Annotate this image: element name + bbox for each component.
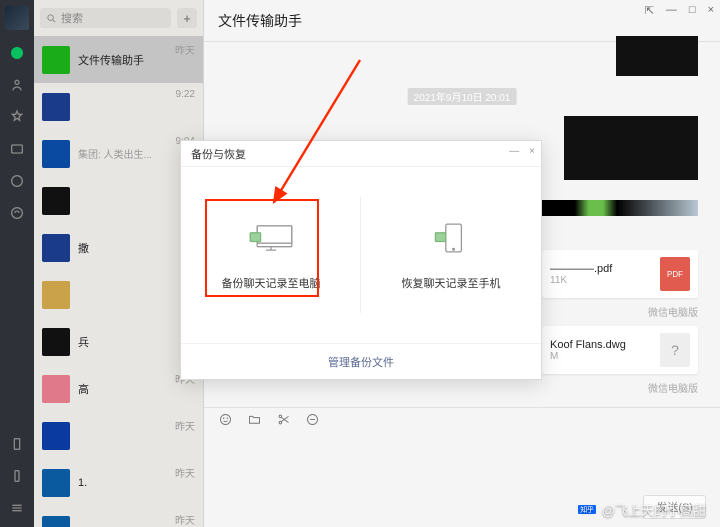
mobile-icon[interactable] — [8, 467, 26, 485]
chat-avatar — [42, 469, 70, 497]
backup-to-pc-option[interactable]: 备份聊天记录至电脑 — [181, 167, 361, 343]
chat-avatar — [42, 187, 70, 215]
file-message-card[interactable]: Koof Flans.dwgM? — [542, 326, 698, 374]
timestamp-pill: 2021年9月10日 20:01 — [408, 88, 517, 105]
chat-avatar — [42, 93, 70, 121]
folder-icon[interactable] — [247, 412, 262, 432]
emoji-icon[interactable] — [218, 412, 233, 432]
dialog-title: 备份与恢复 — [191, 146, 246, 162]
search-placeholder: 搜索 — [61, 10, 83, 26]
file-size: 11K — [550, 275, 652, 286]
chat-timestamp: 昨天 — [175, 42, 195, 57]
maximize-icon[interactable]: □ — [689, 4, 696, 17]
chat-list-item[interactable]: 集团: 人类出生... 9:04 — [34, 130, 203, 177]
chat-timestamp: 昨天 — [175, 512, 195, 527]
minimize-icon[interactable]: — — [666, 4, 677, 17]
pdf-icon: PDF — [660, 257, 690, 291]
chat-list-item[interactable] — [34, 271, 203, 318]
chat-avatar — [42, 375, 70, 403]
restore-to-phone-label: 恢复聊天记录至手机 — [402, 275, 501, 291]
dialog-footer: 管理备份文件 — [181, 343, 541, 379]
file-status-text: 微信电脑版 — [648, 304, 698, 319]
file-size: M — [550, 351, 652, 362]
history-icon[interactable] — [305, 412, 320, 432]
input-toolbar — [204, 408, 720, 436]
chat-avatar — [42, 281, 70, 309]
dialog-close-icon[interactable]: × — [529, 146, 535, 157]
chat-icon[interactable] — [8, 44, 26, 62]
chat-list-item[interactable] — [34, 177, 203, 224]
backup-restore-dialog: 备份与恢复 — × 备份聊天记录至电脑 — [180, 140, 542, 380]
chat-timestamp: 昨天 — [175, 465, 195, 480]
chat-avatar — [42, 328, 70, 356]
window-controls: ⇱ — □ × — [645, 4, 714, 17]
chat-avatar — [42, 140, 70, 168]
zhihu-watermark: 知乎 @飞上天的小高甜 — [578, 500, 706, 519]
chat-list-item[interactable]: 昨天 — [34, 506, 203, 527]
chat-list-item[interactable]: 1. 昨天 — [34, 459, 203, 506]
file-name: Koof Flans.dwg — [550, 339, 652, 351]
phone-restore-icon — [425, 220, 477, 261]
files-icon[interactable] — [8, 140, 26, 158]
image-bubble — [564, 116, 698, 180]
file-message-card[interactable]: ————.pdf11K PDF — [542, 250, 698, 298]
search-icon — [46, 13, 57, 24]
chat-avatar — [42, 234, 70, 262]
pin-icon[interactable]: ⇱ — [645, 4, 654, 17]
dialog-minimize-icon[interactable]: — — [509, 146, 519, 157]
user-avatar[interactable] — [5, 6, 29, 30]
phone-icon[interactable] — [8, 435, 26, 453]
highlight-box — [205, 199, 319, 297]
chat-preview: 集团: 人类出生... — [78, 146, 195, 161]
chat-list-panel: 搜索 + 文件传输助手 昨天 9:22 集团: 人类出生... 9:04 撒 兵… — [34, 0, 204, 527]
chat-name: 撒 — [78, 240, 195, 256]
chat-list-item[interactable]: 高 昨天 — [34, 365, 203, 412]
unknown-file-icon: ? — [660, 333, 690, 367]
collect-icon[interactable] — [8, 108, 26, 126]
chat-timestamp: 昨天 — [175, 418, 195, 433]
scissors-icon[interactable] — [276, 412, 291, 432]
miniprogram-icon[interactable] — [8, 204, 26, 222]
dialog-title-bar: 备份与恢复 — [181, 141, 541, 167]
search-input[interactable]: 搜索 — [40, 8, 171, 28]
left-nav-bar — [0, 0, 34, 527]
zhihu-logo-icon: 知乎 — [578, 505, 596, 514]
watermark-text: @飞上天的小高甜 — [602, 500, 706, 519]
contacts-icon[interactable] — [8, 76, 26, 94]
image-bubble — [522, 200, 698, 216]
chat-list: 文件传输助手 昨天 9:22 集团: 人类出生... 9:04 撒 兵 高 昨天… — [34, 36, 203, 527]
restore-to-phone-option[interactable]: 恢复聊天记录至手机 — [361, 167, 541, 343]
close-icon[interactable]: × — [708, 4, 714, 17]
message-bubble — [616, 36, 698, 76]
file-status-text: 微信电脑版 — [648, 380, 698, 395]
file-name: ————.pdf — [550, 263, 652, 275]
chat-avatar — [42, 422, 70, 450]
chat-timestamp: 9:22 — [176, 89, 195, 100]
menu-icon[interactable] — [8, 499, 26, 517]
chat-list-item[interactable]: 兵 — [34, 318, 203, 365]
add-button[interactable]: + — [177, 8, 197, 28]
chat-list-item[interactable]: 昨天 — [34, 412, 203, 459]
chat-list-item[interactable]: 文件传输助手 昨天 — [34, 36, 203, 83]
chat-list-item[interactable]: 9:22 — [34, 83, 203, 130]
chat-name: 兵 — [78, 334, 195, 350]
dialog-window-controls: — × — [509, 146, 535, 157]
moments-icon[interactable] — [8, 172, 26, 190]
chat-list-item[interactable]: 撒 — [34, 224, 203, 271]
search-bar: 搜索 + — [34, 0, 203, 36]
manage-backups-link[interactable]: 管理备份文件 — [328, 354, 394, 370]
chat-avatar — [42, 46, 70, 74]
chat-avatar — [42, 516, 70, 527]
chat-title: 文件传输助手 — [218, 11, 302, 31]
